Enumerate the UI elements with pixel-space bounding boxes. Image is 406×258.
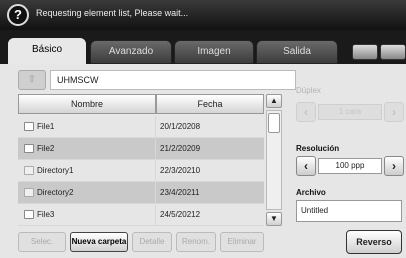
folder-icon: [24, 188, 34, 198]
table-row[interactable]: File1 20/1/20208: [18, 116, 264, 138]
chevron-left-icon: ‹: [296, 102, 316, 122]
new-folder-button[interactable]: Nueva carpeta: [70, 232, 128, 252]
row-date: 21/2/20209: [156, 138, 264, 160]
file-icon: [24, 210, 34, 220]
title-bar: ? Requesting element list, Please wait..…: [0, 0, 406, 30]
duplex-label: Dúplex: [296, 86, 321, 95]
options-panel: Dúplex ‹ 1 cara › Resolución ‹ 100 ppp ›…: [292, 64, 406, 258]
reverse-button[interactable]: Reverso: [346, 230, 402, 254]
duplex-spinner: ‹ 1 cara ›: [296, 102, 404, 122]
select-button[interactable]: Selec.: [18, 232, 66, 252]
resolution-value: 100 ppp: [318, 158, 382, 174]
row-name: File2: [37, 144, 55, 153]
column-header-name[interactable]: Nombre: [18, 94, 156, 114]
path-field[interactable]: UHMSCW: [50, 70, 296, 90]
resolution-label: Resolución: [296, 144, 340, 153]
scroll-down-icon[interactable]: ▼: [266, 212, 282, 226]
home-icon[interactable]: [380, 44, 406, 60]
row-date: 20/1/20208: [156, 116, 264, 138]
resolution-spinner: ‹ 100 ppp ›: [296, 156, 404, 176]
table-row[interactable]: Directory2 23/4/20211: [18, 182, 264, 204]
status-message: Requesting element list, Please wait...: [36, 8, 189, 18]
main-panel: ⇧ UHMSCW Nombre Fecha File1 20/1/20208 F…: [0, 64, 406, 258]
help-icon[interactable]: ?: [7, 4, 29, 26]
table-row[interactable]: Directory1 22/3/20210: [18, 160, 264, 182]
row-date: 24/5/20212: [156, 204, 264, 226]
scroll-track[interactable]: [266, 110, 282, 210]
table-header: Nombre Fecha: [18, 94, 264, 114]
scroll-up-icon[interactable]: ▲: [266, 94, 282, 108]
tab-bar: Básico Avanzado Imagen Salida: [0, 38, 406, 64]
table-row[interactable]: File2 21/2/20209: [18, 138, 264, 160]
tab-salida[interactable]: Salida: [256, 40, 338, 64]
table-row[interactable]: File3 24/5/20212: [18, 204, 264, 226]
file-icon: [24, 122, 34, 132]
file-icon: [24, 144, 34, 154]
detail-button[interactable]: Detalle: [132, 232, 172, 252]
rename-button[interactable]: Renom.: [176, 232, 216, 252]
row-date: 22/3/20210: [156, 160, 264, 182]
row-name: Directory1: [37, 166, 74, 175]
row-name: File3: [37, 210, 55, 219]
delete-button[interactable]: Eliminar: [220, 232, 264, 252]
folder-icon: [24, 166, 34, 176]
chevron-right-icon: ›: [384, 102, 404, 122]
archive-label: Archivo: [296, 188, 326, 197]
archive-name-field[interactable]: Untitled: [296, 200, 402, 222]
row-name: File1: [37, 122, 55, 131]
row-name: Directory2: [37, 188, 74, 197]
tab-imagen[interactable]: Imagen: [174, 40, 254, 64]
tab-basico[interactable]: Básico: [8, 38, 86, 64]
duplex-value: 1 cara: [318, 104, 382, 120]
scroll-thumb[interactable]: [268, 113, 280, 133]
chevron-left-icon[interactable]: ‹: [296, 156, 316, 176]
tab-avanzado[interactable]: Avanzado: [90, 40, 172, 64]
column-header-date[interactable]: Fecha: [156, 94, 264, 114]
table-scrollbar[interactable]: ▲ ▼: [266, 94, 282, 226]
folder-up-button[interactable]: ⇧: [18, 70, 46, 90]
copy-count-icon[interactable]: [352, 44, 378, 60]
chevron-right-icon[interactable]: ›: [384, 156, 404, 176]
row-date: 23/4/20211: [156, 182, 264, 204]
